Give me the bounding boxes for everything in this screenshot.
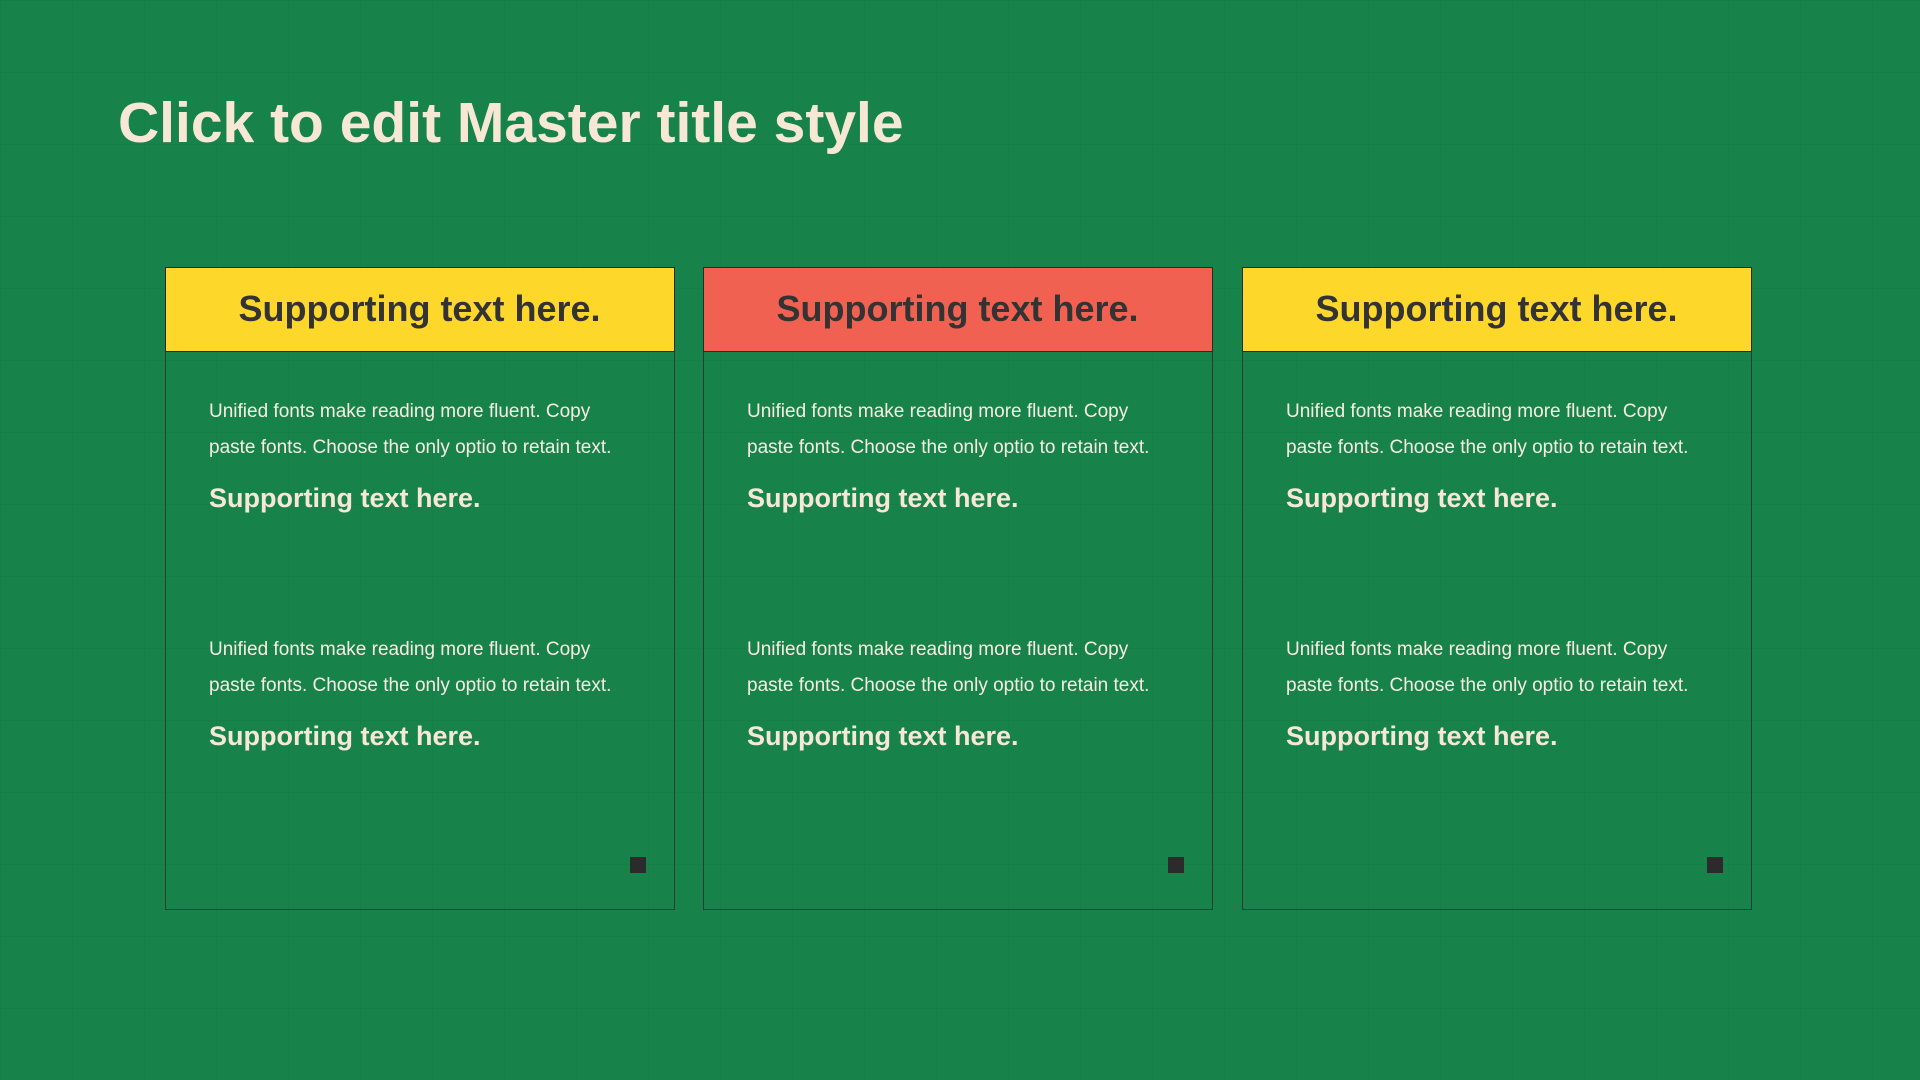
corner-square-marker (630, 857, 646, 873)
card-header: Supporting text here. (1241, 266, 1752, 352)
text-block: Unified fonts make reading more fluent. … (747, 394, 1167, 516)
card-header-text[interactable]: Supporting text here. (238, 288, 600, 330)
card-header: Supporting text here. (702, 266, 1213, 352)
body-paragraph[interactable]: Unified fonts make reading more fluent. … (747, 394, 1167, 466)
card-header-text[interactable]: Supporting text here. (1315, 288, 1677, 330)
body-paragraph[interactable]: Unified fonts make reading more fluent. … (747, 632, 1167, 704)
card-2: Supporting text here. Unified fonts make… (702, 266, 1213, 910)
sub-heading[interactable]: Supporting text here. (209, 480, 629, 516)
sub-heading[interactable]: Supporting text here. (1286, 480, 1706, 516)
body-paragraph[interactable]: Unified fonts make reading more fluent. … (1286, 632, 1706, 704)
corner-square-marker (1707, 857, 1723, 873)
body-paragraph[interactable]: Unified fonts make reading more fluent. … (1286, 394, 1706, 466)
body-paragraph[interactable]: Unified fonts make reading more fluent. … (209, 632, 629, 704)
text-block: Unified fonts make reading more fluent. … (747, 632, 1167, 754)
slide-title[interactable]: Click to edit Master title style (118, 88, 904, 158)
body-paragraph[interactable]: Unified fonts make reading more fluent. … (209, 394, 629, 466)
corner-square-marker (1168, 857, 1184, 873)
sub-heading[interactable]: Supporting text here. (1286, 718, 1706, 754)
sub-heading[interactable]: Supporting text here. (747, 480, 1167, 516)
card-header: Supporting text here. (164, 266, 675, 352)
sub-heading[interactable]: Supporting text here. (209, 718, 629, 754)
card-1: Supporting text here. Unified fonts make… (164, 266, 675, 910)
text-block: Unified fonts make reading more fluent. … (1286, 632, 1706, 754)
text-block: Unified fonts make reading more fluent. … (209, 632, 629, 754)
text-block: Unified fonts make reading more fluent. … (209, 394, 629, 516)
card-3: Supporting text here. Unified fonts make… (1241, 266, 1752, 910)
text-block: Unified fonts make reading more fluent. … (1286, 394, 1706, 516)
card-header-text[interactable]: Supporting text here. (776, 288, 1138, 330)
sub-heading[interactable]: Supporting text here. (747, 718, 1167, 754)
